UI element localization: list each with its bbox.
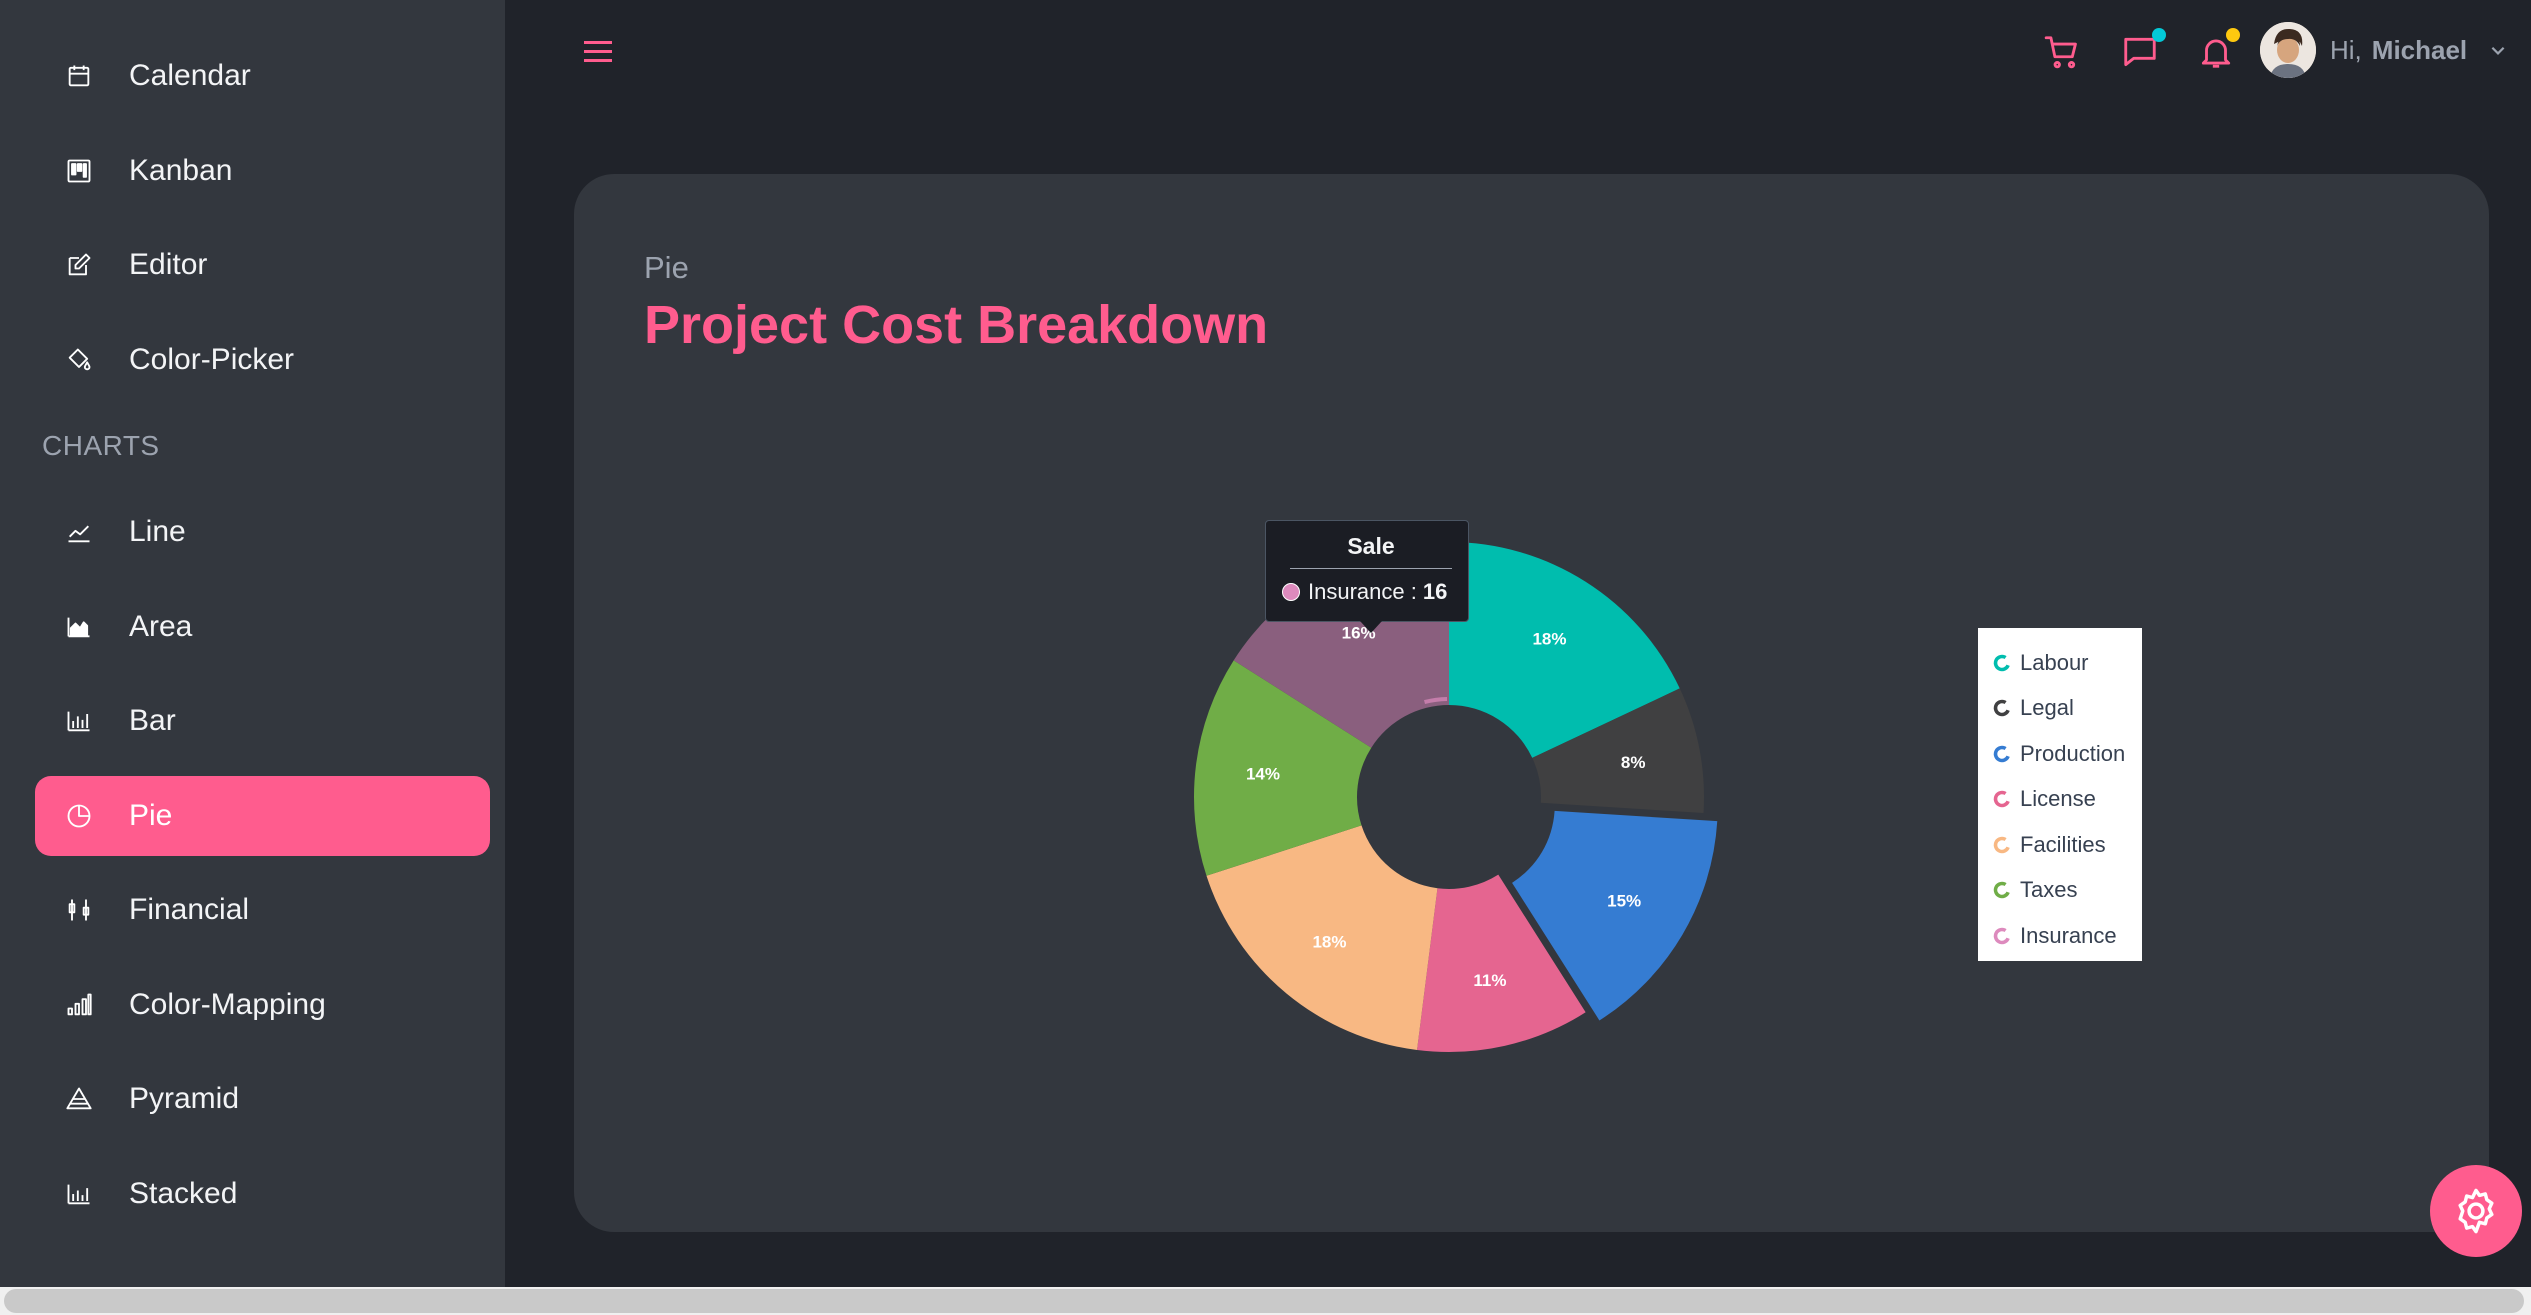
legend-marker-icon bbox=[1993, 836, 2011, 853]
legend-label: Production bbox=[2020, 740, 2126, 766]
legend-label: Labour bbox=[2020, 649, 2089, 675]
legend-marker-icon bbox=[1993, 882, 2011, 899]
slice-data-label: 15% bbox=[1607, 892, 1641, 911]
legend-marker-icon bbox=[1993, 927, 2011, 944]
pie-chart: 18%8%15%11%18%14%16% bbox=[1194, 542, 1718, 1052]
legend-item[interactable]: Insurance bbox=[1978, 913, 2142, 959]
slice-data-label: 18% bbox=[1312, 932, 1346, 951]
legend-label: License bbox=[2020, 786, 2096, 812]
legend-marker-icon bbox=[1993, 745, 2011, 762]
slice-data-label: 18% bbox=[1532, 630, 1566, 649]
legend-item[interactable]: Production bbox=[1978, 731, 2142, 777]
legend-label: Insurance bbox=[2020, 922, 2117, 948]
chart-tooltip: Sale Insurance : 16 bbox=[1265, 520, 1469, 633]
settings-button[interactable] bbox=[2430, 1165, 2522, 1257]
legend-item[interactable]: Facilities bbox=[1978, 822, 2142, 868]
tooltip-title: Sale bbox=[1290, 533, 1452, 569]
tooltip-arrow bbox=[1360, 621, 1382, 633]
tooltip-color-dot bbox=[1282, 583, 1300, 601]
tooltip-value: 16 bbox=[1422, 579, 1448, 604]
legend-item[interactable]: Legal bbox=[1978, 686, 2142, 732]
scrollbar-thumb[interactable] bbox=[4, 1289, 2524, 1313]
legend-label: Facilities bbox=[2020, 831, 2106, 857]
legend-marker-icon bbox=[1993, 700, 2011, 717]
legend-item[interactable]: Labour bbox=[1978, 640, 2142, 686]
legend-marker-icon bbox=[1993, 791, 2011, 808]
tooltip-label: Insurance : bbox=[1308, 579, 1417, 604]
legend-label: Legal bbox=[2020, 695, 2074, 721]
legend-item[interactable]: License bbox=[1978, 777, 2142, 823]
legend-marker-icon bbox=[1993, 654, 2011, 671]
legend-item[interactable]: Taxes bbox=[1978, 868, 2142, 914]
legend-label: Taxes bbox=[2020, 877, 2078, 903]
slice-data-label: 11% bbox=[1473, 971, 1506, 990]
slice-data-label: 14% bbox=[1246, 765, 1280, 784]
tooltip-row: Insurance : 16 bbox=[1282, 579, 1468, 605]
gear-icon bbox=[2458, 1188, 2494, 1234]
slice-data-label: 8% bbox=[1621, 753, 1646, 772]
chart-legend: Labour Legal Production License Faciliti… bbox=[1978, 628, 2142, 961]
